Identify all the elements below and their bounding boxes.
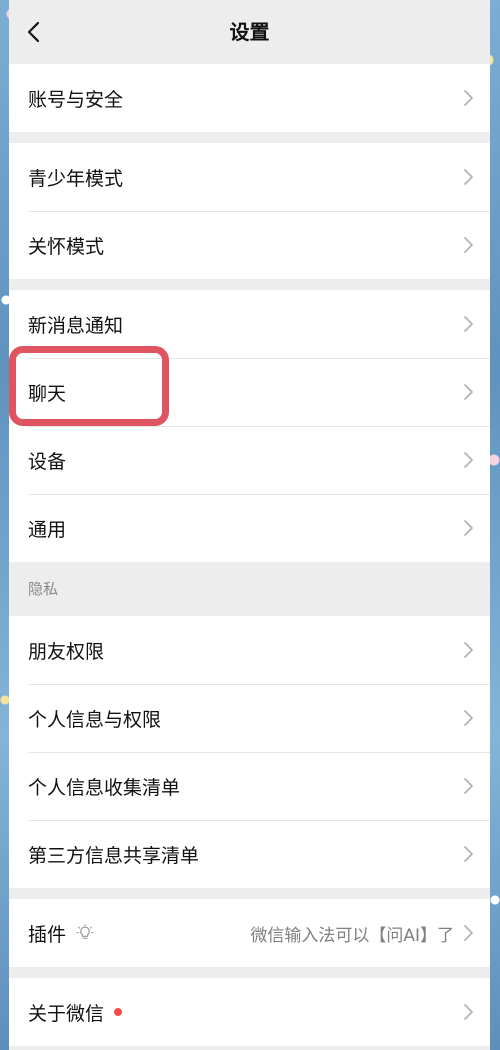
plugins-group: 插件 微信输入法可以【问AI】了: [9, 899, 490, 967]
chevron-right-icon: [464, 846, 473, 862]
settings-item-notifications[interactable]: 新消息通知: [9, 290, 490, 358]
settings-item-label: 朋友权限: [28, 640, 105, 663]
privacy-group: 朋友权限 个人信息与权限 个人信息收集清单 第三方信息共享清单: [9, 616, 490, 888]
settings-item-personal-info-permissions[interactable]: 个人信息与权限: [9, 684, 490, 752]
navigation-bar: 设置: [9, 0, 490, 64]
settings-item-chat[interactable]: 聊天: [9, 358, 490, 426]
chevron-right-icon: [464, 925, 473, 941]
settings-item-plugins[interactable]: 插件 微信输入法可以【问AI】了: [9, 899, 490, 967]
settings-item-label: 聊天: [28, 382, 67, 405]
chevron-right-icon: [464, 384, 473, 400]
group-divider: [9, 888, 490, 899]
group-divider: [9, 967, 490, 978]
settings-item-general[interactable]: 通用: [9, 494, 490, 562]
page-title: 设置: [229, 20, 270, 44]
settings-item-care-mode[interactable]: 关怀模式: [9, 211, 490, 279]
chevron-right-icon: [464, 237, 473, 253]
chevron-right-icon: [464, 778, 473, 794]
settings-item-label: 青少年模式: [28, 167, 124, 190]
settings-item-label: 新消息通知: [28, 314, 124, 337]
settings-item-friend-permissions[interactable]: 朋友权限: [9, 616, 490, 684]
notification-dot: [114, 1008, 123, 1016]
chevron-right-icon: [464, 710, 473, 726]
group-divider: [9, 279, 490, 290]
privacy-section-header: 隐私: [9, 562, 490, 616]
settings-item-label: 第三方信息共享清单: [28, 844, 200, 867]
chevron-right-icon: [464, 90, 473, 106]
settings-item-label: 关怀模式: [28, 235, 105, 258]
settings-item-label: 插件: [28, 923, 67, 946]
modes-group: 青少年模式 关怀模式: [9, 143, 490, 279]
settings-item-devices[interactable]: 设备: [9, 426, 490, 494]
about-group: 关于微信: [9, 978, 490, 1046]
settings-item-teen-mode[interactable]: 青少年模式: [9, 143, 490, 211]
chevron-right-icon: [464, 1004, 473, 1020]
bulb-icon: [76, 924, 94, 939]
settings-item-label: 设备: [28, 450, 67, 473]
chevron-right-icon: [464, 316, 473, 332]
chevron-right-icon: [464, 452, 473, 468]
settings-item-label: 个人信息收集清单: [28, 776, 181, 799]
settings-item-third-party-sharing-list[interactable]: 第三方信息共享清单: [9, 820, 490, 888]
account-group: 账号与安全: [9, 64, 490, 132]
settings-item-label: 账号与安全: [28, 88, 124, 111]
chevron-right-icon: [464, 520, 473, 536]
settings-item-label: 个人信息与权限: [28, 708, 162, 731]
settings-item-about-wechat[interactable]: 关于微信: [9, 978, 490, 1046]
settings-item-label: 通用: [28, 518, 67, 541]
settings-item-account-security[interactable]: 账号与安全: [9, 64, 490, 132]
settings-item-label: 关于微信: [28, 1002, 105, 1025]
general-group: 新消息通知 聊天 设备 通用: [9, 290, 490, 562]
settings-screen: 设置 账号与安全 青少年模式 关怀模式 新消息通知 聊天 设备 通用 隐私 朋友…: [9, 0, 490, 1050]
plugins-detail-text: 微信输入法可以【问AI】了: [250, 925, 454, 946]
chevron-right-icon: [464, 169, 473, 185]
group-divider: [9, 132, 490, 143]
settings-item-info-collection-list[interactable]: 个人信息收集清单: [9, 752, 490, 820]
chevron-right-icon: [464, 642, 473, 658]
